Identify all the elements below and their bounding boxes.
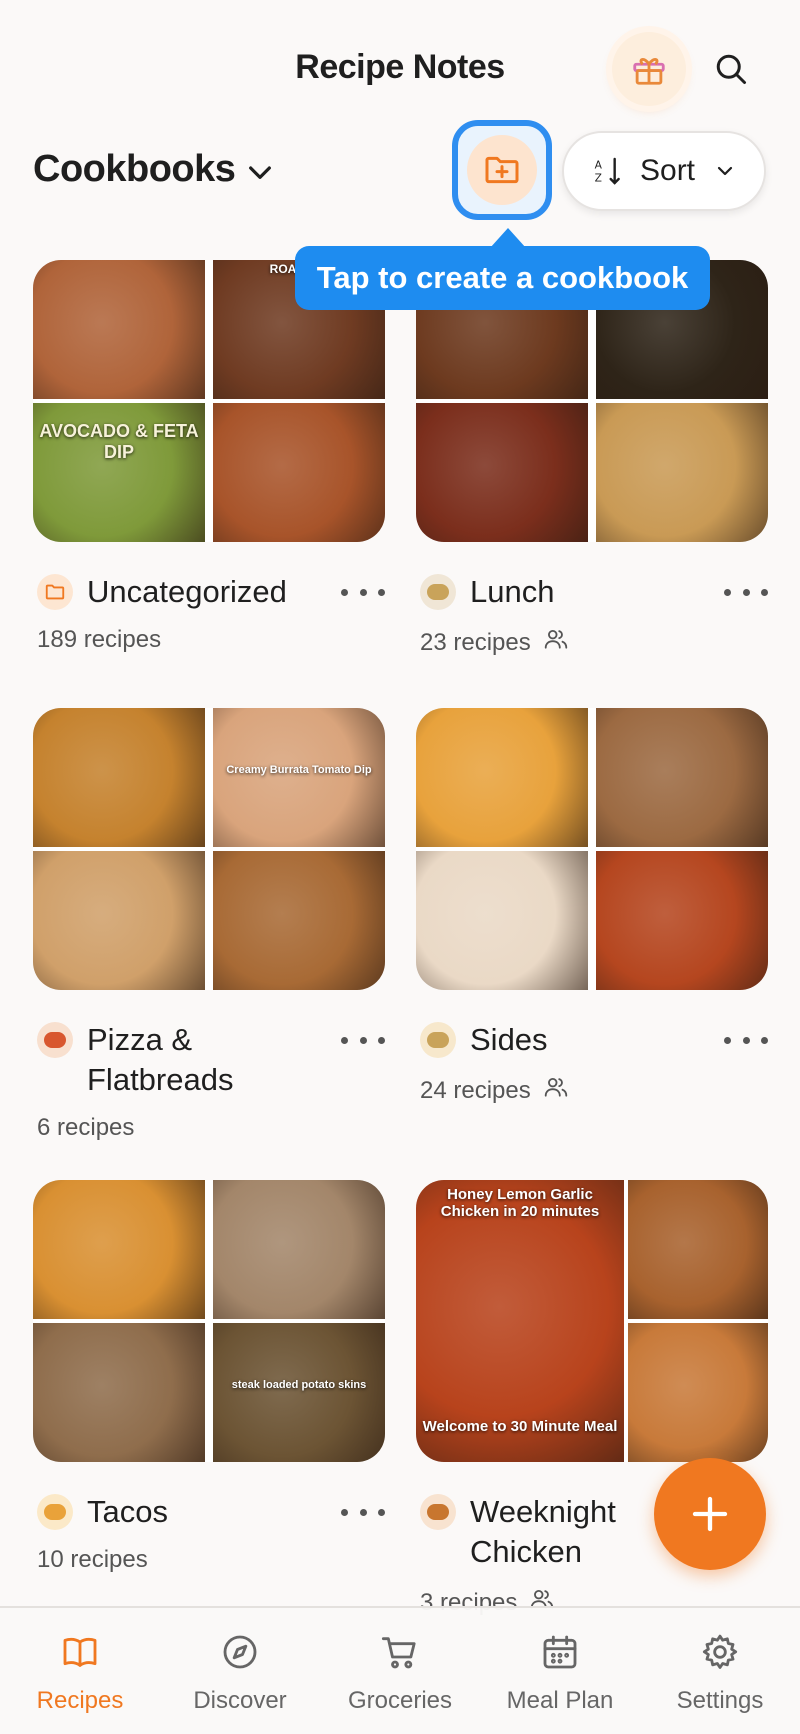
cookbook-name: Tacos [87, 1494, 168, 1529]
sort-button[interactable]: A Z Sort [562, 131, 766, 211]
recipe-count: 10 recipes [37, 1546, 385, 1574]
shared-users-icon [543, 626, 569, 659]
recipe-count-text: 6 recipes [37, 1114, 135, 1141]
cookbook-cover-collage[interactable] [416, 708, 768, 990]
tooltip-arrow [490, 228, 526, 248]
thumbnail-caption: steak loaded potato skins [231, 1379, 367, 1391]
cookbook-name: Uncategorized [87, 574, 287, 609]
cookbook-card[interactable]: ROASTEDAVOCADO & FETA DIPUncategorized18… [33, 260, 385, 654]
thumbnail-caption: Welcome to 30 Minute Meal [422, 1418, 618, 1435]
recipe-thumbnail [213, 1323, 385, 1462]
thumbnail-caption: Creamy Burrata Tomato Dip [226, 764, 372, 776]
recipe-thumbnail [33, 851, 205, 990]
cookbooks-dropdown-title[interactable]: Cookbooks [33, 148, 236, 191]
recipe-count: 24 recipes [420, 1074, 768, 1107]
book-icon [60, 1632, 100, 1677]
sort-label: Sort [640, 154, 696, 187]
create-cookbook-button[interactable] [452, 120, 552, 220]
chevron-down-icon[interactable] [244, 156, 276, 188]
compass-icon [220, 1632, 260, 1677]
recipe-thumbnail [416, 708, 588, 847]
plus-icon [692, 1496, 728, 1532]
recipe-thumbnail [416, 851, 588, 990]
burrito-icon [420, 574, 456, 610]
cookbook-cover-collage[interactable]: Honey Lemon Garlic Chicken in 20 minutes… [416, 1180, 768, 1462]
sort-az-icon: A Z [595, 157, 620, 185]
recipe-count-text: 24 recipes [420, 1076, 531, 1104]
recipe-count: 189 recipes [37, 626, 385, 654]
thumbnail-caption: AVOCADO & FETA DIP [39, 421, 199, 462]
recipe-thumbnail [33, 1323, 205, 1462]
recipe-thumbnail [213, 1180, 385, 1319]
nav-label: Discover [193, 1687, 287, 1714]
nav-label: Recipes [36, 1687, 124, 1714]
nav-item-recipes[interactable]: Recipes [0, 1608, 160, 1734]
recipe-thumbnail [33, 260, 205, 399]
nav-item-discover[interactable]: Discover [160, 1608, 320, 1734]
more-options-icon[interactable] [341, 1500, 385, 1524]
search-icon [716, 54, 746, 84]
chicken-icon [420, 1494, 456, 1530]
cookbook-name: Pizza & Flatbreads [87, 1022, 234, 1097]
gift-icon [633, 58, 665, 85]
search-button[interactable] [706, 44, 756, 94]
recipe-thumbnail [628, 1180, 768, 1319]
recipe-thumbnail [33, 1180, 205, 1319]
taco-icon [37, 1494, 73, 1530]
nav-item-meal-plan[interactable]: Meal Plan [480, 1608, 640, 1734]
nav-label: Meal Plan [506, 1687, 614, 1714]
recipe-count-text: 189 recipes [37, 626, 162, 653]
recipe-thumbnail [416, 403, 588, 542]
nav-item-groceries[interactable]: Groceries [320, 1608, 480, 1734]
recipe-thumbnail [33, 708, 205, 847]
svg-text:A: A [595, 158, 603, 171]
recipe-count: 6 recipes [37, 1114, 385, 1142]
cookbook-cover-collage[interactable]: Creamy Burrata Tomato Dip [33, 708, 385, 990]
recipe-thumbnail [596, 708, 768, 847]
folder-icon [37, 574, 73, 610]
cookbook-card[interactable]: steak loaded potato skins Tacos 10 recipes [33, 1180, 385, 1574]
more-options-icon[interactable] [341, 1028, 385, 1052]
recipe-thumbnail [213, 851, 385, 990]
cookbook-card[interactable]: Creamy Burrata Tomato Dip Pizza & Flatbre… [33, 708, 385, 1142]
cookbook-card[interactable]: Sides 24 recipes [416, 708, 768, 1107]
bottom-navigation: Recipes Discover Groceries Meal Plan Setting… [0, 1606, 800, 1734]
top-bar: Recipe Notes [0, 0, 800, 130]
more-options-icon[interactable] [724, 580, 768, 604]
svg-text:Z: Z [595, 172, 602, 185]
potato-icon [420, 1022, 456, 1058]
recipe-thumbnail [213, 708, 385, 847]
recipe-thumbnail [213, 403, 385, 542]
calendar-icon [540, 1632, 580, 1677]
recipe-thumbnail [596, 403, 768, 542]
recipe-count-text: 23 recipes [420, 628, 531, 656]
nav-label: Groceries [347, 1687, 453, 1714]
pizza-icon [37, 1022, 73, 1058]
gear-icon [700, 1632, 740, 1677]
shared-users-icon [543, 1074, 569, 1107]
chevron-down-icon [717, 166, 733, 176]
cookbook-name: Lunch [470, 574, 555, 609]
recipe-count: 23 recipes [420, 626, 768, 659]
cookbook-card[interactable]: Lunch 23 recipes [416, 260, 768, 659]
folder-plus-icon [485, 156, 519, 184]
nav-item-settings[interactable]: Settings [640, 1608, 800, 1734]
more-options-icon[interactable] [724, 1028, 768, 1052]
cookbook-name: Sides [470, 1022, 548, 1057]
more-options-icon[interactable] [341, 580, 385, 604]
recipe-count-text: 10 recipes [37, 1546, 148, 1573]
nav-label: Settings [676, 1687, 764, 1714]
cookbook-cover-collage[interactable]: steak loaded potato skins [33, 1180, 385, 1462]
gift-button[interactable] [612, 32, 686, 106]
add-recipe-button[interactable] [654, 1458, 766, 1570]
recipe-thumbnail [596, 851, 768, 990]
recipe-thumbnail [628, 1323, 768, 1462]
cart-icon [380, 1632, 420, 1677]
create-cookbook-tooltip[interactable]: Tap to create a cookbook [295, 246, 710, 310]
thumbnail-caption: Honey Lemon Garlic Chicken in 20 minutes [440, 1186, 600, 1220]
